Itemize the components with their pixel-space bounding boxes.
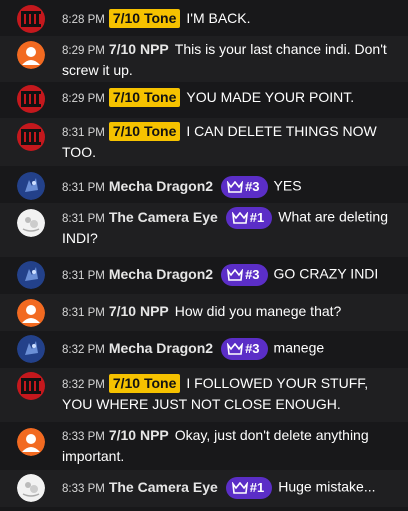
message-text: How did you manege that? (174, 303, 342, 319)
crown-icon (231, 212, 248, 224)
chat-message: 8:32 PM Mecha Dragon2 #3 manege (0, 331, 408, 368)
user-badge[interactable]: 7/10 Tone (108, 122, 181, 141)
username[interactable]: The Camera Eye (109, 479, 218, 495)
rank-label: #3 (245, 341, 260, 356)
username[interactable]: 7/10 NPP (109, 41, 169, 57)
timestamp: 8:31 PM (62, 181, 105, 194)
timestamp: 8:31 PM (62, 307, 105, 319)
chat-message: 8:31 PM Mecha Dragon2 #3 GO CRAZY INDI (0, 257, 408, 294)
chat-message: 8:29 PM 7/10 NPP This is your last chance … (0, 36, 408, 82)
message-text: I FOLLOWED YOUR STUFF, YOU WHERE JUST NO… (62, 375, 369, 412)
user-badge[interactable]: 7/10 Tone (108, 88, 181, 107)
chat-message: 8:29 PM 7/10 Tone YOU MADE YOUR POINT. (0, 82, 408, 118)
timestamp: 8:29 PM (62, 45, 105, 57)
eye-avatar[interactable] (17, 209, 45, 237)
chat-feed: 8:28 PM 7/10 Tone I'M BACK. 8:29 PM 7/10 NP… (0, 0, 408, 511)
chat-message: 8:31 PM Mecha Dragon2 #3 YES (0, 166, 408, 203)
chat-message: 8:31 PM 7/10 NPP How did you manege that? (0, 294, 408, 331)
timestamp: 8:31 PM (62, 269, 105, 282)
message-text: YES (273, 177, 302, 194)
crown-icon (227, 343, 244, 355)
npp-avatar[interactable] (17, 428, 45, 456)
rank-badge[interactable]: #3 (221, 176, 268, 198)
username[interactable]: Mecha Dragon2 (109, 340, 213, 356)
dragon-avatar[interactable] (17, 172, 45, 200)
username[interactable]: Mecha Dragon2 (109, 178, 213, 194)
message-text: YOU MADE YOUR POINT. (186, 89, 355, 105)
crown-icon (231, 482, 248, 494)
chat-message: 8:33 PM 7/10 NPP Okay, just don't delete a… (0, 422, 408, 470)
rank-badge[interactable]: #1 (225, 207, 273, 229)
chat-message: 8:32 PM 7/10 Tone I FOLLOWED YOUR STUFF, Y… (0, 368, 408, 422)
crown-icon (227, 269, 244, 281)
timestamp: 8:33 PM (62, 431, 105, 443)
tone-avatar[interactable] (17, 123, 45, 151)
tone-avatar[interactable] (17, 372, 45, 400)
chat-message: 8:31 PM The Camera Eye #1 What are deleting… (0, 203, 408, 257)
timestamp: 8:28 PM (62, 14, 105, 26)
user-badge[interactable]: 7/10 Tone (108, 9, 181, 28)
crown-icon (227, 181, 244, 193)
timestamp: 8:32 PM (62, 379, 105, 391)
timestamp: 8:29 PM (62, 93, 105, 105)
dragon-avatar[interactable] (17, 335, 45, 363)
rank-badge[interactable]: #3 (221, 264, 268, 286)
username[interactable]: 7/10 NPP (109, 303, 169, 319)
rank-label: #1 (249, 210, 265, 225)
npp-avatar[interactable] (17, 299, 45, 327)
rank-label: #3 (245, 267, 260, 282)
timestamp: 8:31 PM (62, 212, 105, 225)
chat-message: 8:31 PM 7/10 Tone I CAN DELETE THINGS NOW … (0, 118, 408, 166)
rank-label: #1 (249, 480, 265, 495)
username[interactable]: Mecha Dragon2 (109, 266, 213, 282)
rank-badge[interactable]: #1 (225, 477, 273, 499)
chat-message: 8:28 PM 7/10 Tone I'M BACK. (0, 0, 408, 36)
rank-badge[interactable]: #3 (221, 338, 268, 360)
message-text: Okay, just don't delete anything importa… (62, 427, 369, 464)
tone-avatar[interactable] (17, 5, 45, 33)
rank-label: #3 (245, 179, 260, 194)
eye-avatar[interactable] (17, 474, 45, 502)
message-text: GO CRAZY INDI (273, 265, 379, 282)
username[interactable]: 7/10 NPP (109, 427, 169, 443)
chat-message: 8:33 PM The Camera Eye #1 Huge mistake... (0, 470, 408, 507)
tone-avatar[interactable] (17, 85, 45, 113)
user-badge[interactable]: 7/10 Tone (108, 374, 181, 393)
timestamp: 8:33 PM (62, 482, 105, 495)
npp-avatar[interactable] (17, 41, 45, 69)
timestamp: 8:32 PM (62, 343, 105, 356)
timestamp: 8:31 PM (62, 127, 105, 139)
message-text: I'M BACK. (186, 10, 251, 26)
dragon-avatar[interactable] (17, 261, 45, 289)
message-text: Huge mistake... (278, 478, 376, 495)
message-text: manege (273, 339, 325, 356)
username[interactable]: The Camera Eye (109, 209, 218, 225)
